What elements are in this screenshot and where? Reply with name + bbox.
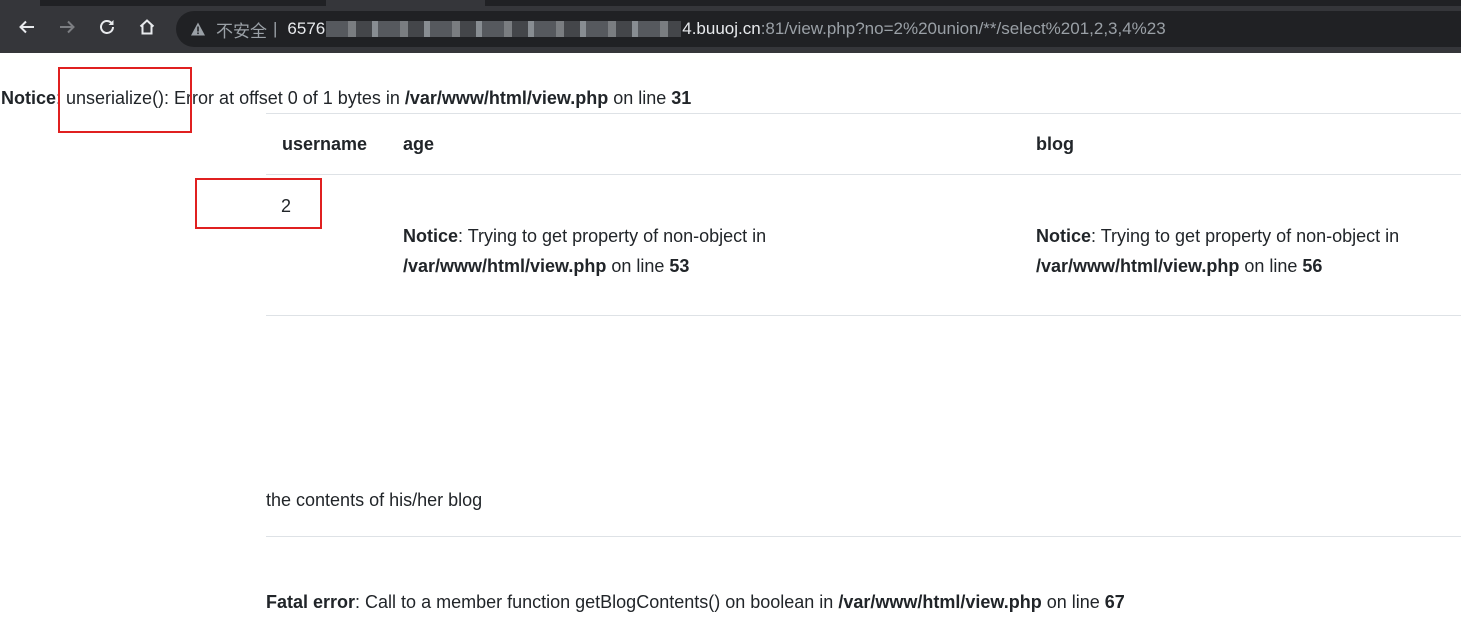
fatal-file: /var/www/html/view.php [838,592,1042,612]
notice-on-line: on line [606,256,670,276]
home-button[interactable] [134,14,160,40]
table-header-border [266,174,1461,175]
notice-on-line: on line [1239,256,1303,276]
notice-file: /var/www/html/view.php [403,256,607,276]
url-path: :81/view.php?no=2%20union/**/select%201,… [760,19,1166,38]
annotation-box-username [195,178,322,229]
blog-cell: Notice: Trying to get property of non-ob… [1036,221,1461,281]
tab-strip-edge [485,0,1461,6]
notice-message: : Trying to get property of non-object i… [1091,226,1400,246]
column-header-blog: blog [1036,134,1074,154]
back-button[interactable] [14,14,40,40]
url-host-suffix: 4.buuoj.cn [682,19,761,38]
blog-contents: the contents of his/her blog [266,490,483,510]
url-redacted-region [326,21,682,37]
notice-line-number: 53 [669,256,690,276]
reload-button[interactable] [94,14,120,40]
fatal-error-message: Fatal error: Call to a member function g… [266,592,1125,613]
address-separator: | [273,19,278,38]
table-top-border [266,113,1461,114]
annotation-box-unserialize [58,67,192,133]
fatal-line-number: 67 [1104,592,1125,612]
home-icon [139,19,155,35]
fatal-on-line: on line [1041,592,1105,612]
reload-icon [100,20,114,34]
column-header-username: username [282,134,368,154]
arrow-left-icon [19,20,34,34]
notice-on-line: on line [608,88,672,108]
fatal-label: Fatal error [266,592,356,612]
table-bottom-border [266,315,1461,316]
tab-strip-edge [40,0,326,6]
address-bar[interactable]: 不安全 | 6576 4.buuoj.cn :81/view.php?no=2%… [176,11,1461,47]
warning-triangle-icon [191,22,205,36]
notice-label: Notice [1,88,57,108]
notice-line-number: 31 [671,88,692,108]
forward-button[interactable] [54,14,80,40]
fatal-message: : Call to a member function getBlogConte… [355,592,839,612]
age-cell: Notice: Trying to get property of non-ob… [403,221,1003,281]
notice-line-number: 56 [1302,256,1323,276]
browser-toolbar: 不安全 | 6576 4.buuoj.cn :81/view.php?no=2%… [0,0,1461,53]
notice-label: Notice [1036,226,1092,246]
notice-label: Notice [403,226,459,246]
notice-message: : Trying to get property of non-object i… [458,226,767,246]
security-status[interactable]: 不安全 [216,17,267,42]
url-host-prefix: 6576 [287,19,326,38]
content-divider [266,536,1461,537]
notice-file: /var/www/html/view.php [404,88,609,108]
arrow-right-icon [60,20,75,34]
notice-file: /var/www/html/view.php [1036,256,1240,276]
column-header-age: age [403,134,435,154]
